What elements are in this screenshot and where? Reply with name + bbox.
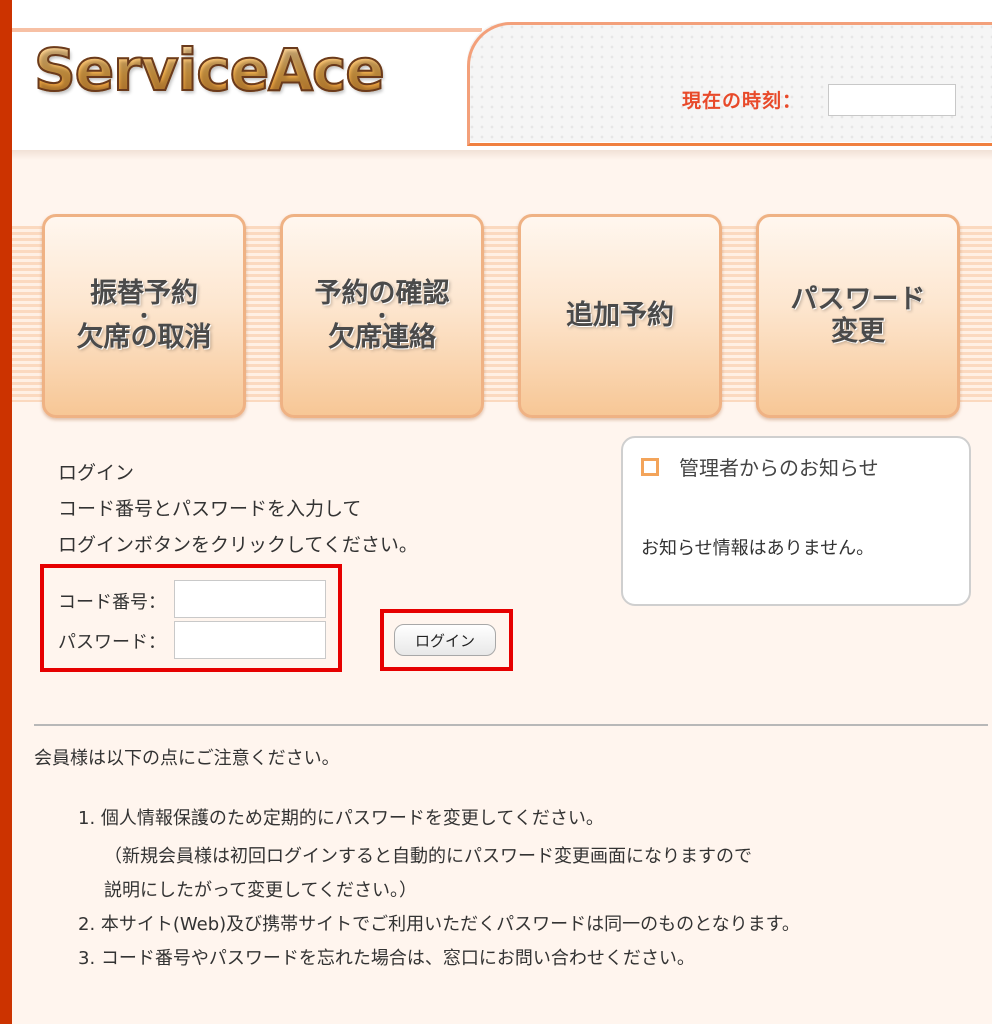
header: ServiceAce 現在の時刻： [12, 0, 992, 160]
change-password-button[interactable]: パスワード 変更 [756, 214, 960, 418]
caution-heading: 会員様は以下の点にご注意ください。 [34, 748, 340, 769]
admin-notice-box: 管理者からのお知らせ お知らせ情報はありません。 [621, 436, 971, 606]
caution-item: 2. 本サイト(Web)及び携帯サイトでご利用いただくパスワードは同一のものとな… [78, 914, 800, 935]
menu-label: 変更 [831, 316, 885, 347]
caution-item: 1. 個人情報保護のため定期的にパスワードを変更してください。 [78, 808, 604, 829]
transfer-reservation-button[interactable]: 振替予約 ・ 欠席の取消 [42, 214, 246, 418]
reservation-check-button[interactable]: 予約の確認 ・ 欠席連絡 [280, 214, 484, 418]
menu-label: 欠席の取消 [76, 322, 212, 353]
code-number-label: コード番号： [58, 592, 166, 613]
login-instruction: コード番号とパスワードを入力して [58, 498, 362, 520]
additional-reservation-button[interactable]: 追加予約 [518, 214, 722, 418]
right-margin [992, 0, 1006, 1024]
caution-item: （新規会員様は初回ログインすると自動的にパスワード変更画面になりますので [104, 846, 752, 867]
caution-item: 説明にしたがって変更してください。） [104, 880, 418, 901]
menu-label: 欠席連絡 [328, 322, 436, 353]
service-ace-logo: ServiceAce [33, 35, 386, 105]
code-number-input[interactable] [174, 580, 326, 618]
left-accent-bar [0, 0, 12, 1024]
menu-label: 追加予約 [566, 299, 674, 331]
square-bullet-icon [641, 458, 659, 476]
divider [34, 724, 988, 726]
header-divider [12, 28, 482, 32]
password-label: パスワード： [58, 632, 166, 653]
login-heading: ログイン [58, 462, 135, 484]
caution-item: 3. コード番号やパスワードを忘れた場合は、窓口にお問い合わせください。 [78, 948, 695, 969]
notice-body: お知らせ情報はありません。 [641, 538, 875, 559]
login-instruction: ログインボタンをクリックしてください。 [58, 534, 418, 556]
menu-label: パスワード [790, 283, 926, 315]
current-time-field [828, 84, 956, 116]
login-button[interactable]: ログイン [394, 624, 496, 656]
current-time-label: 現在の時刻： [682, 90, 803, 112]
notice-title: 管理者からのお知らせ [679, 456, 879, 480]
password-input[interactable] [174, 621, 326, 659]
